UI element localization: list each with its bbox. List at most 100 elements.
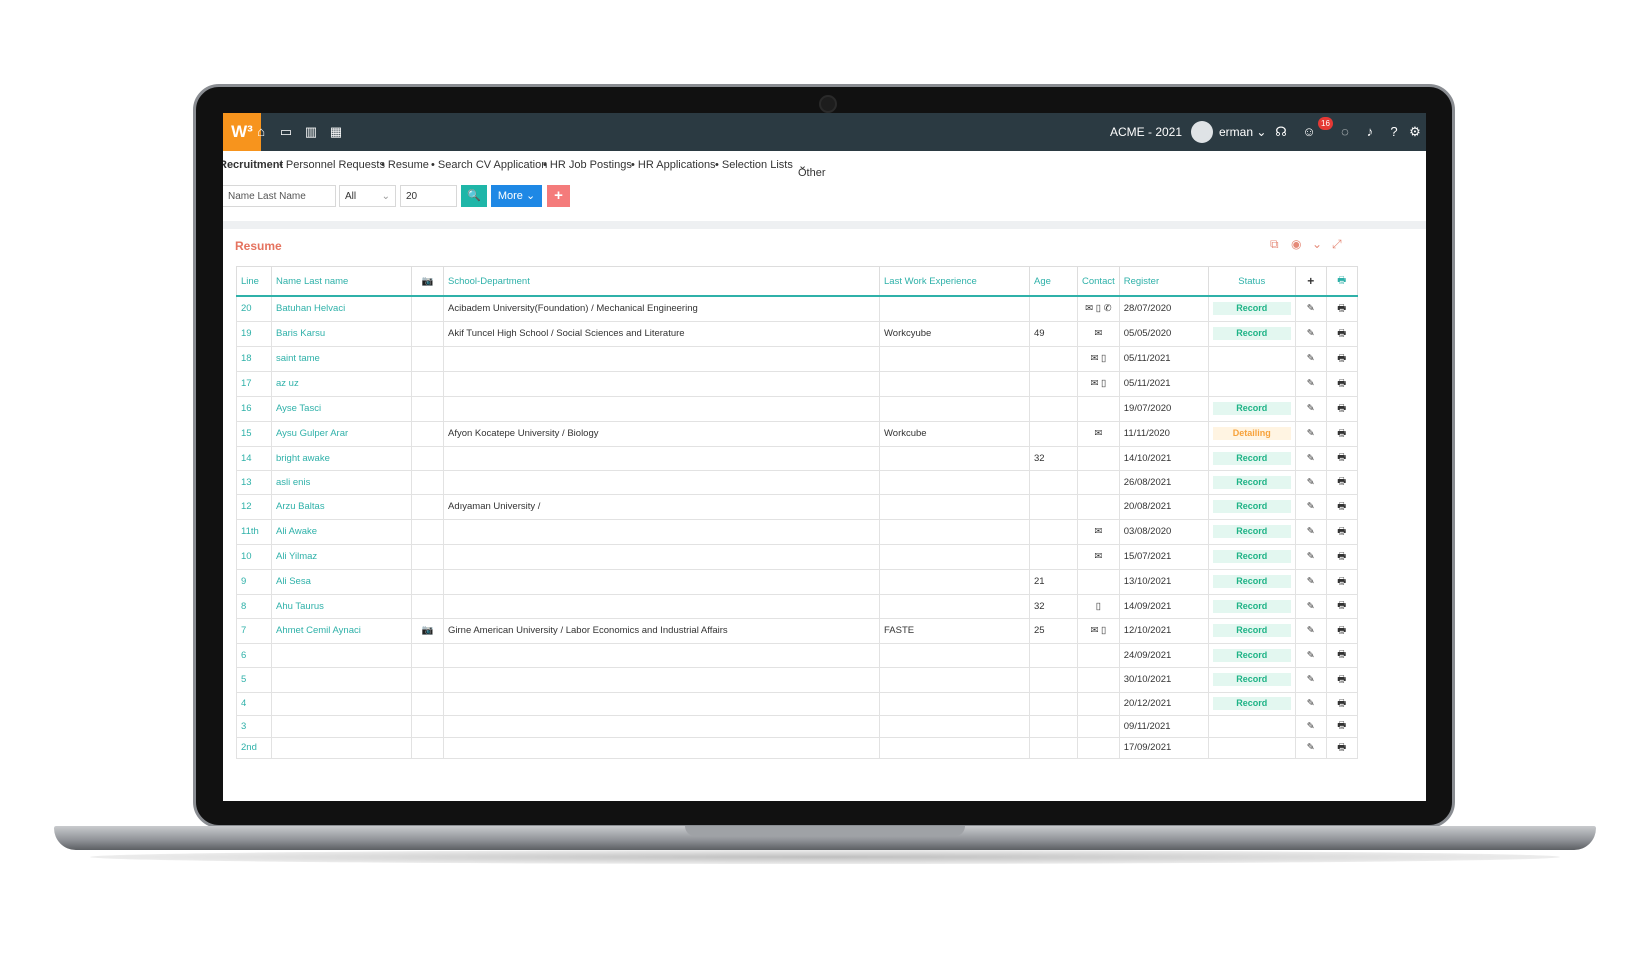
col-name[interactable]: Name Last name: [271, 266, 412, 297]
table-row[interactable]: 5 30/10/2021 Record ✎ 🖶: [236, 666, 1358, 693]
edit-icon[interactable]: ✎: [1294, 593, 1327, 619]
col-register[interactable]: Register: [1118, 266, 1209, 297]
edit-icon[interactable]: ✎: [1294, 493, 1327, 520]
print-icon[interactable]: 🖶: [1325, 593, 1358, 619]
table-row[interactable]: 2nd 17/09/2021 ✎ 🖶: [236, 736, 1358, 759]
print-icon[interactable]: 🖶: [1325, 420, 1358, 447]
name-cell[interactable]: Batuhan Helvaci: [271, 295, 412, 322]
print-icon[interactable]: 🖶: [1325, 691, 1358, 716]
print-icon[interactable]: 🖶: [1325, 714, 1358, 738]
name-cell[interactable]: Ali Sesa: [271, 568, 412, 595]
gear-icon[interactable]: ⚙: [1407, 124, 1423, 140]
edit-icon[interactable]: ✎: [1294, 568, 1327, 595]
edit-icon[interactable]: ✎: [1294, 666, 1327, 693]
table-row[interactable]: 14 bright awake 32 14/10/2021 Record ✎ 🖶: [236, 445, 1358, 471]
expand-icon[interactable]: ⤢: [1332, 237, 1342, 252]
table-row[interactable]: 20 Batuhan Helvaci Acibadem University(Fou…: [236, 295, 1358, 322]
print-icon[interactable]: 🖶: [1325, 543, 1358, 570]
avatar[interactable]: [1191, 121, 1213, 143]
collapse-icon[interactable]: ⌄: [1312, 237, 1322, 251]
user-menu[interactable]: erman ⌄: [1219, 125, 1266, 139]
bell-icon[interactable]: ♪: [1362, 124, 1378, 140]
table-row[interactable]: 11th Ali Awake ✉ 03/08/2020 Record ✎ 🖶: [236, 518, 1358, 545]
table-row[interactable]: 3 09/11/2021 ✎ 🖶: [236, 714, 1358, 738]
name-cell[interactable]: az uz: [271, 370, 412, 397]
name-cell[interactable]: bright awake: [271, 445, 412, 471]
headset-icon[interactable]: ☊: [1273, 124, 1289, 140]
edit-icon[interactable]: ✎: [1294, 642, 1327, 668]
table-row[interactable]: 8 Ahu Taurus 32 ▯ 14/09/2021 Record ✎ 🖶: [236, 593, 1358, 619]
col-contact[interactable]: Contact: [1077, 266, 1120, 297]
add-button[interactable]: +: [547, 185, 570, 207]
edit-icon[interactable]: ✎: [1294, 320, 1327, 347]
print-icon[interactable]: 🖶: [1325, 518, 1358, 545]
table-row[interactable]: 15 Aysu Gulper Arar Afyon Kocatepe Univers…: [236, 420, 1358, 447]
name-cell[interactable]: Ahmet Cemil Aynaci: [271, 617, 412, 644]
table-row[interactable]: 18 saint tame ✉ ▯ 05/11/2021 ✎ 🖶: [236, 345, 1358, 372]
name-cell[interactable]: Arzu Baltas: [271, 493, 412, 520]
col-school[interactable]: School-Department: [443, 266, 880, 297]
edit-icon[interactable]: ✎: [1294, 445, 1327, 471]
col-experience[interactable]: Last Work Experience: [879, 266, 1030, 297]
edit-icon[interactable]: ✎: [1294, 691, 1327, 716]
table-row[interactable]: 7 Ahmet Cemil Aynaci 📷 Girne American Unive…: [236, 617, 1358, 644]
edit-icon[interactable]: ✎: [1294, 469, 1327, 495]
subnav-recruitment[interactable]: Recruitment: [223, 159, 283, 171]
smile-icon[interactable]: ☺: [1301, 124, 1317, 140]
subnav-personnel-requests[interactable]: • Personnel Requests: [279, 159, 385, 171]
name-cell[interactable]: Ayse Tasci: [271, 395, 412, 422]
print-icon[interactable]: 🖶: [1325, 395, 1358, 422]
name-cell[interactable]: Ali Yilmaz: [271, 543, 412, 570]
subnav-selection-lists[interactable]: • Selection Lists: [715, 159, 793, 171]
subnav-job-postings[interactable]: • HR Job Postings: [543, 159, 632, 171]
name-cell[interactable]: asli enis: [271, 469, 412, 495]
edit-icon[interactable]: ✎: [1294, 714, 1327, 738]
print-icon[interactable]: 🖶: [1325, 642, 1358, 668]
box-icon[interactable]: ▭: [278, 124, 294, 140]
chart-icon[interactable]: ▥: [303, 124, 319, 140]
print-icon[interactable]: 🖶: [1325, 568, 1358, 595]
edit-icon[interactable]: ✎: [1294, 736, 1327, 759]
print-icon[interactable]: 🖶: [1325, 666, 1358, 693]
edit-icon[interactable]: ✎: [1294, 518, 1327, 545]
name-cell[interactable]: [271, 666, 412, 693]
table-row[interactable]: 9 Ali Sesa 21 13/10/2021 Record ✎ 🖶: [236, 568, 1358, 595]
subnav-hr-applications[interactable]: • HR Applications: [631, 159, 716, 171]
search-button[interactable]: 🔍: [461, 185, 487, 207]
edit-icon[interactable]: ✎: [1294, 395, 1327, 422]
name-cell[interactable]: Aysu Gulper Arar: [271, 420, 412, 447]
chat-icon[interactable]: ◌: [1337, 124, 1353, 140]
name-cell[interactable]: Ahu Taurus: [271, 593, 412, 619]
name-cell[interactable]: saint tame: [271, 345, 412, 372]
table-row[interactable]: 10 Ali Yilmaz ✉ 15/07/2021 Record ✎ 🖶: [236, 543, 1358, 570]
print-icon[interactable]: 🖶: [1325, 320, 1358, 347]
name-search-input[interactable]: Name Last Name: [223, 185, 336, 207]
name-cell[interactable]: [271, 691, 412, 716]
table-row[interactable]: 17 az uz ✉ ▯ 05/11/2021 ✎ 🖶: [236, 370, 1358, 397]
status-select[interactable]: All ⌄: [339, 185, 396, 207]
print-icon[interactable]: 🖶: [1325, 445, 1358, 471]
more-button[interactable]: More ⌄: [491, 185, 542, 207]
count-input[interactable]: 20: [400, 185, 457, 207]
table-row[interactable]: 4 20/12/2021 Record ✎ 🖶: [236, 691, 1358, 716]
table-row[interactable]: 12 Arzu Baltas Adıyaman University / 20/08/…: [236, 493, 1358, 520]
table-row[interactable]: 19 Baris Karsu Akif Tuncel High School / S…: [236, 320, 1358, 347]
name-cell[interactable]: [271, 736, 412, 759]
name-cell[interactable]: Ali Awake: [271, 518, 412, 545]
edit-icon[interactable]: ✎: [1294, 345, 1327, 372]
home-icon[interactable]: ⌂: [253, 124, 269, 140]
edit-icon[interactable]: ✎: [1294, 617, 1327, 644]
print-icon[interactable]: 🖶: [1325, 469, 1358, 495]
print-icon[interactable]: 🖶: [1325, 493, 1358, 520]
print-all-icon[interactable]: 🖶: [1325, 266, 1358, 297]
col-status[interactable]: Status: [1207, 266, 1296, 297]
print-icon[interactable]: 🖶: [1325, 295, 1358, 322]
print-icon[interactable]: 🖶: [1325, 617, 1358, 644]
subnav-resume[interactable]: • Resume: [381, 159, 429, 171]
subnav-search-cv[interactable]: • Search CV Application: [431, 159, 547, 171]
name-cell[interactable]: [271, 642, 412, 668]
name-cell[interactable]: [271, 714, 412, 738]
edit-icon[interactable]: ✎: [1294, 543, 1327, 570]
subnav-other[interactable]: Other ⌄: [798, 159, 826, 179]
table-row[interactable]: 16 Ayse Tasci 19/07/2020 Record ✎ 🖶: [236, 395, 1358, 422]
